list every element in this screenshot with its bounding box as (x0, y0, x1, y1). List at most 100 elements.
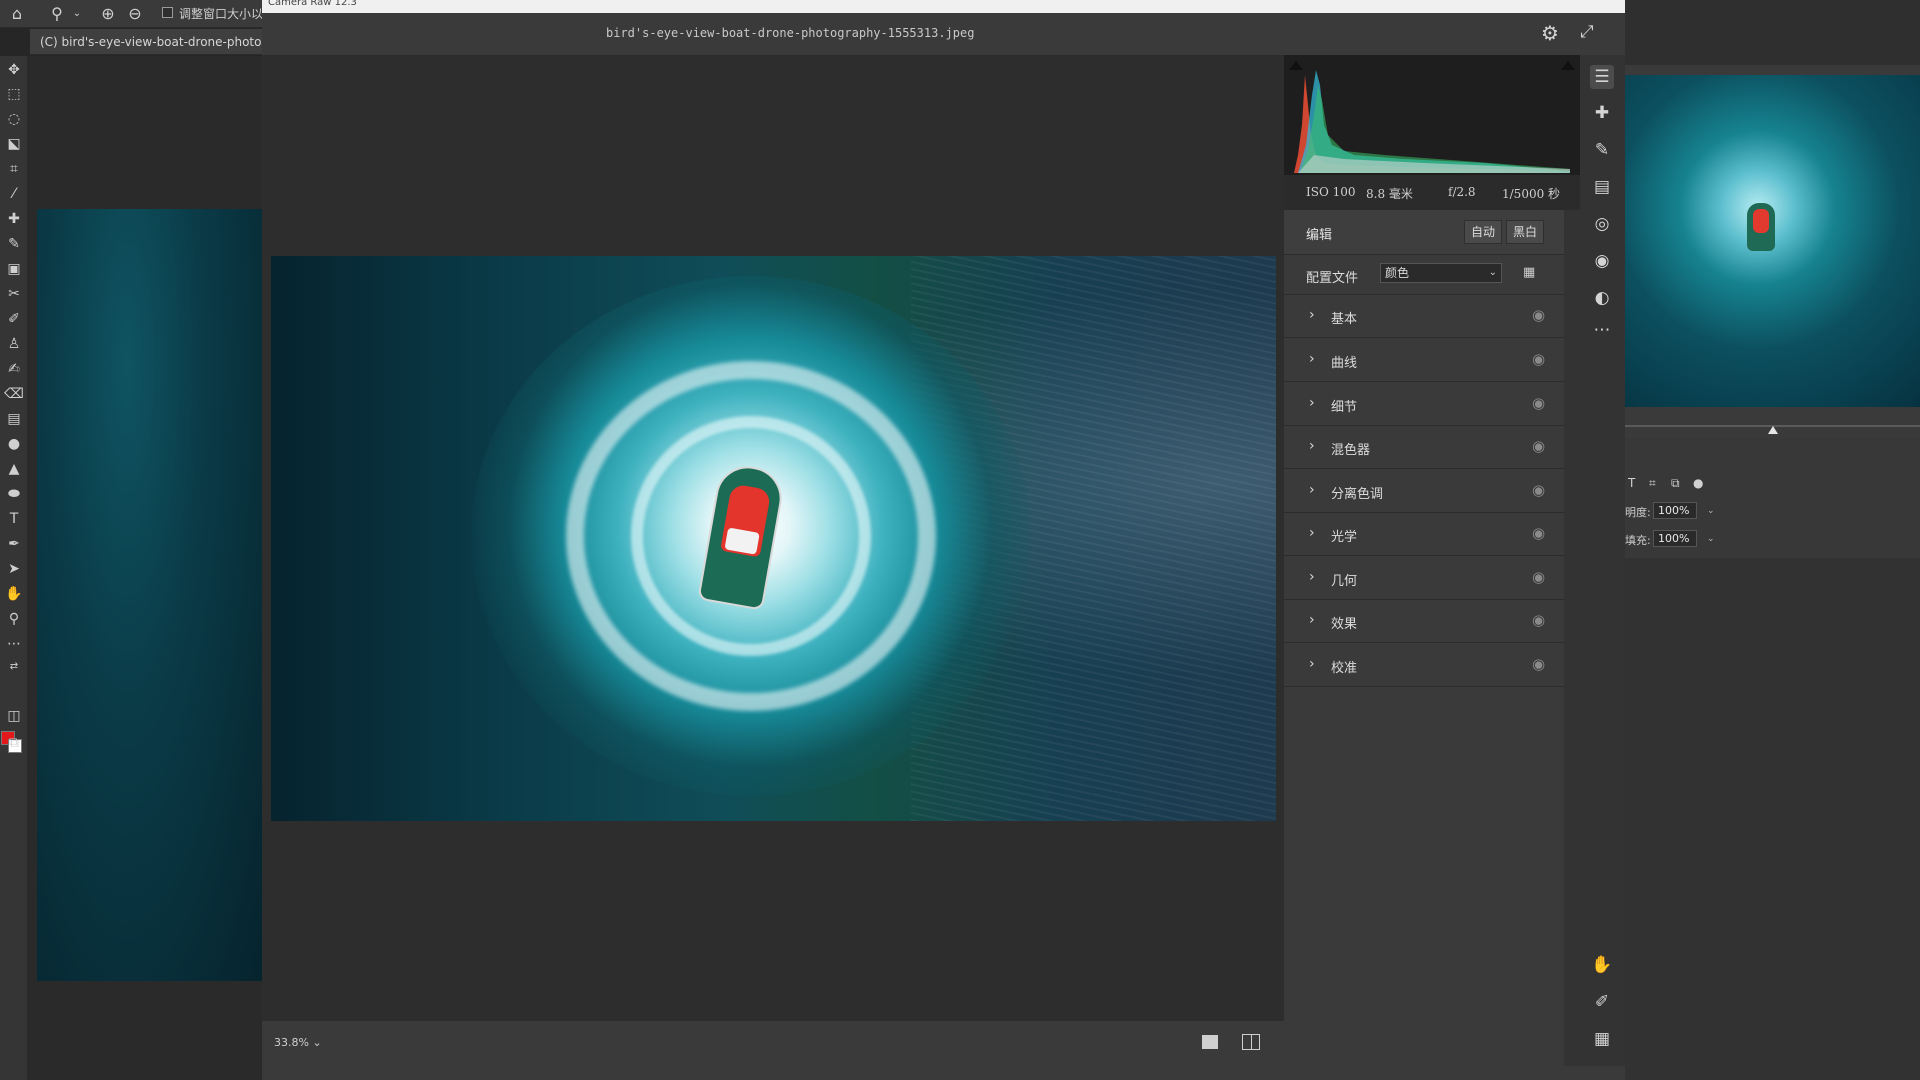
paint-brush-icon[interactable]: ✐ (2, 309, 26, 329)
eye-icon[interactable]: ◉ (1532, 481, 1545, 499)
red-eye-icon[interactable]: ◉ (1590, 249, 1614, 273)
clone-stamp-icon[interactable]: ♙ (2, 334, 26, 354)
gradient-tool-icon[interactable]: ▤ (2, 409, 26, 429)
chevron-down-icon[interactable]: ⌄ (66, 4, 88, 24)
gear-icon[interactable]: ⚙ (1541, 21, 1559, 45)
path-select-icon[interactable]: ✒ (2, 534, 26, 554)
auto-button[interactable]: 自动 (1464, 220, 1503, 244)
smart-object-filter-icon[interactable]: ⧉ (1671, 476, 1680, 491)
profile-browser-icon[interactable]: ▦ (1523, 265, 1541, 281)
section-detail[interactable]: › 细节 ◉ (1284, 383, 1564, 426)
brush-tool-icon[interactable]: ✎ (2, 234, 26, 254)
zoom-level[interactable]: 33.8% ⌄ (274, 1036, 322, 1049)
fullscreen-icon[interactable]: ⤢ (1580, 22, 1594, 42)
pen-tool-icon[interactable]: ⬬ (2, 484, 26, 504)
section-label: 几何 (1331, 574, 1358, 589)
before-after-view-icon[interactable] (1242, 1034, 1260, 1050)
eyedropper-tool-icon[interactable]: ⁄ (2, 184, 26, 204)
chevron-down-icon[interactable]: ⌄ (1707, 534, 1715, 544)
zoom-tool-side-icon[interactable]: ⚲ (2, 609, 26, 629)
shadow-clipping-icon[interactable] (1289, 61, 1303, 70)
exif-shutter: 1/5000 秒 (1502, 187, 1561, 201)
section-calibration[interactable]: › 校准 ◉ (1284, 644, 1564, 687)
exif-aperture: f/2.8 (1448, 185, 1476, 199)
lasso-tool-icon[interactable]: ◌ (2, 109, 26, 129)
radial-filter-icon[interactable]: ◎ (1590, 212, 1614, 236)
eye-icon[interactable]: ◉ (1532, 306, 1545, 324)
zoom-out-icon[interactable]: ⊖ (124, 4, 146, 24)
section-optics[interactable]: › 光学 ◉ (1284, 513, 1564, 556)
section-geometry[interactable]: › 几何 ◉ (1284, 557, 1564, 600)
zoom-tool-icon[interactable]: ⚲ (46, 4, 68, 24)
eye-icon[interactable]: ◉ (1532, 524, 1545, 542)
chevron-right-icon: › (1309, 569, 1315, 585)
healing-brush-icon[interactable]: ✚ (1590, 101, 1614, 125)
chevron-down-icon[interactable]: ⌄ (312, 1036, 321, 1049)
presets-icon[interactable]: ◐ (1590, 286, 1614, 310)
highlight-clipping-icon[interactable] (1561, 61, 1575, 70)
resize-windows-checkbox[interactable] (162, 7, 173, 18)
more-options-icon[interactable]: ⋯ (1590, 318, 1614, 342)
art-brush-icon[interactable]: ✍ (2, 359, 26, 379)
stamp-tool-icon[interactable]: ▣ (2, 259, 26, 279)
dodge-tool-icon[interactable]: ▲ (2, 459, 26, 479)
crop-tool-icon[interactable]: ⌗ (2, 159, 26, 179)
preview-photo[interactable] (271, 256, 1276, 821)
eye-icon[interactable]: ◉ (1532, 437, 1545, 455)
adjustment-brush-icon[interactable]: ✎ (1590, 138, 1614, 162)
camera-raw-tool-strip: ☰ ✚ ✎ ▤ ◎ ◉ ◐ ⋯ ✋ ✐ ▦ (1580, 55, 1625, 1066)
healing-tool-icon[interactable]: ✚ (2, 209, 26, 229)
transform-filter-icon[interactable]: ⌗ (1649, 476, 1656, 491)
more-tools-icon[interactable]: ⋯ (2, 634, 26, 654)
direct-select-icon[interactable]: ➤ (2, 559, 26, 579)
section-basic[interactable]: › 基本 ◉ (1284, 295, 1564, 338)
opacity-field[interactable]: 100% (1653, 502, 1697, 519)
section-curves[interactable]: › 曲线 ◉ (1284, 339, 1564, 382)
eye-icon[interactable]: ◉ (1532, 394, 1545, 412)
navigator-thumbnail[interactable] (1625, 75, 1920, 407)
filter-toggle-icon[interactable]: ● (1693, 476, 1703, 490)
section-split-toning[interactable]: › 分离色调 ◉ (1284, 470, 1564, 513)
section-color-mixer[interactable]: › 混色器 ◉ (1284, 426, 1564, 469)
hand-tool-icon[interactable]: ✋ (2, 584, 26, 604)
edit-sliders-icon[interactable]: ☰ (1590, 65, 1614, 89)
histogram-graph (1294, 70, 1570, 173)
screen-mode-icon[interactable]: ⧉ (2, 733, 26, 753)
quick-mask-icon[interactable]: ◫ (2, 706, 26, 726)
window-bottom-edge (262, 1066, 1625, 1080)
edit-panel-scrollbar[interactable] (1564, 210, 1580, 1066)
color-sampler-icon[interactable]: ✐ (1590, 990, 1614, 1014)
photoshop-panel-header (1625, 0, 1920, 65)
chevron-down-icon[interactable]: ⌄ (1707, 506, 1715, 516)
black-white-button[interactable]: 黑白 (1506, 220, 1545, 244)
chevron-down-icon: ⌄ (1488, 267, 1497, 278)
section-effects[interactable]: › 效果 ◉ (1284, 600, 1564, 643)
grid-overlay-icon[interactable]: ▦ (1590, 1027, 1614, 1051)
document-tab[interactable]: (C) bird's-eye-view-boat-drone-photograp… (30, 29, 297, 55)
home-icon[interactable]: ⌂ (6, 4, 28, 24)
eye-icon[interactable]: ◉ (1532, 350, 1545, 368)
move-tool-icon[interactable]: ✥ (2, 60, 26, 80)
swap-colors-icon[interactable]: ⇄ (2, 657, 26, 677)
object-select-tool-icon[interactable]: ⬕ (2, 134, 26, 154)
photoshop-toolbar: ✥ ⬚ ◌ ⬕ ⌗ ⁄ ✚ ✎ ▣ ✂ ✐ ♙ ✍ ⌫ ▤ ● ▲ ⬬ T ✒ … (0, 56, 28, 1080)
camera-raw-titlebar[interactable]: Camera Raw 12.3 (262, 0, 1625, 13)
fill-field[interactable]: 100% (1653, 530, 1697, 547)
eye-icon[interactable]: ◉ (1532, 655, 1545, 673)
type-tool-icon[interactable]: T (2, 509, 26, 529)
history-brush-icon[interactable]: ✂ (2, 284, 26, 304)
hand-tool-icon[interactable]: ✋ (1590, 953, 1614, 977)
single-view-icon[interactable] (1202, 1035, 1218, 1049)
type-filter-icon[interactable]: T (1628, 476, 1635, 490)
blur-tool-icon[interactable]: ● (2, 434, 26, 454)
preview-bottom-bar: 33.8% ⌄ (262, 1021, 1284, 1066)
eye-icon[interactable]: ◉ (1532, 568, 1545, 586)
section-label: 效果 (1331, 617, 1358, 632)
graduated-filter-icon[interactable]: ▤ (1590, 175, 1614, 199)
eye-icon[interactable]: ◉ (1532, 611, 1545, 629)
navigator-slider-knob[interactable] (1768, 426, 1778, 434)
eraser-tool-icon[interactable]: ⌫ (2, 384, 26, 404)
profile-select[interactable]: 颜色 ⌄ (1380, 263, 1502, 283)
zoom-in-icon[interactable]: ⊕ (97, 4, 119, 24)
marquee-tool-icon[interactable]: ⬚ (2, 84, 26, 104)
